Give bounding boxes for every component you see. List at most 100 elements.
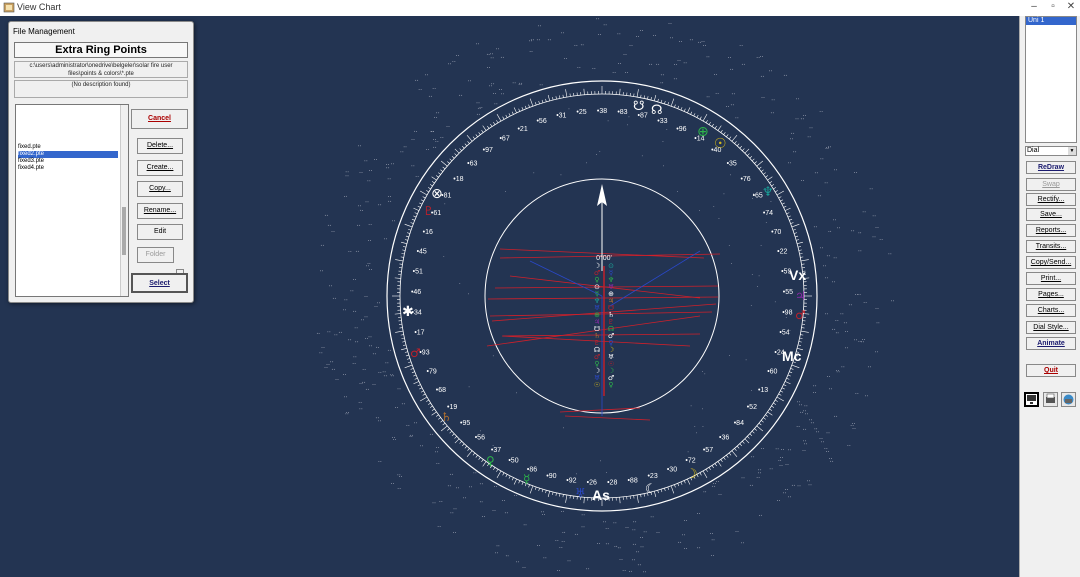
minimize-icon[interactable]: –	[1025, 1, 1043, 12]
degree-mark: ··	[462, 496, 466, 502]
degree-mark: ··	[580, 43, 584, 49]
ring-tick-label: •57	[703, 447, 713, 454]
copy-send-button[interactable]: Copy/Send...	[1026, 256, 1076, 269]
ring-tick-label: •22	[777, 248, 787, 255]
moon2-icon: ☽	[686, 467, 698, 482]
rectify-button[interactable]: Rectify...	[1026, 193, 1076, 206]
ring-tick	[784, 207, 791, 211]
degree-mark: ··	[603, 22, 607, 28]
ring-tick	[478, 132, 481, 135]
chart-list[interactable]: Uni 1	[1025, 16, 1077, 143]
ring-tick-label: •23	[647, 473, 657, 480]
degree-mark: ·	[666, 127, 668, 133]
ring-tick-label: •16	[423, 229, 433, 236]
file-list[interactable]: fixed.pte fixed2.pte fixed3.pte fixed4.p…	[15, 104, 129, 297]
ring-tick	[728, 136, 732, 140]
degree-mark: ·	[750, 303, 752, 309]
ring-tick	[502, 472, 505, 476]
chevron-down-icon[interactable]: ▼	[1068, 147, 1076, 155]
degree-mark: ··	[855, 391, 859, 397]
ring-tick	[714, 125, 717, 129]
degree-mark: ··	[814, 171, 818, 177]
ring-tick	[763, 172, 766, 175]
select-button[interactable]: Select	[131, 273, 188, 293]
degree-mark: ··	[439, 499, 443, 505]
degree-mark: ··	[492, 508, 496, 514]
ring-tick	[408, 361, 412, 364]
redraw-button[interactable]: ReDraw	[1026, 161, 1076, 174]
degree-mark: ··	[730, 103, 734, 109]
ring-tick	[431, 411, 437, 416]
ring-tick	[797, 246, 801, 248]
degree-mark: ··	[605, 526, 609, 532]
cancel-button[interactable]: Cancel	[131, 109, 188, 129]
chart-list-item[interactable]: Uni 1	[1026, 17, 1076, 25]
ring-tick	[496, 470, 502, 479]
file-list-item-selected[interactable]: fixed2.pte	[18, 151, 118, 158]
file-list-scrollbar[interactable]	[120, 105, 128, 296]
rename-button[interactable]: Rename...	[137, 203, 183, 219]
reports-button[interactable]: Reports...	[1026, 224, 1076, 237]
maximize-icon[interactable]: ▫	[1044, 1, 1062, 12]
north-node-icon: ☋	[633, 99, 645, 114]
monitor-icon[interactable]	[1024, 392, 1039, 407]
degree-mark: ··	[476, 41, 480, 47]
scrollbar-thumb[interactable]	[122, 207, 126, 255]
transits-button[interactable]: Transits...	[1026, 240, 1076, 253]
degree-mark: ··	[810, 420, 814, 426]
close-icon[interactable]: ✕	[1062, 1, 1080, 12]
file-path-line1: c:\users\administrator\onedrive\belgeler…	[29, 63, 173, 69]
delete-button[interactable]: Delete...	[137, 138, 183, 154]
degree-mark: ··	[821, 439, 825, 445]
ring-tick-label: •37	[491, 447, 501, 454]
degree-mark: ··	[617, 545, 621, 551]
ring-tick	[767, 411, 773, 416]
degree-mark: ··	[429, 432, 433, 438]
ring-tick	[405, 354, 409, 357]
print-button[interactable]: Print...	[1026, 272, 1076, 285]
degree-mark: ··	[828, 229, 832, 235]
pages-button[interactable]: Pages...	[1026, 288, 1076, 301]
swap-button[interactable]: Swap	[1026, 178, 1076, 191]
degree-mark: ··	[430, 129, 434, 135]
copy-button[interactable]: Copy...	[137, 181, 183, 197]
ring-tick	[797, 241, 803, 245]
ring-tick	[402, 341, 406, 343]
globe-printer-icon[interactable]	[1061, 392, 1076, 407]
degree-mark: ··	[711, 538, 715, 544]
degree-mark: ··	[649, 62, 653, 68]
charts-button[interactable]: Charts...	[1026, 304, 1076, 317]
ring-tick	[454, 153, 457, 156]
degree-mark: ·	[596, 152, 598, 158]
save-button[interactable]: Save...	[1026, 208, 1076, 221]
degree-mark: ··	[628, 569, 632, 575]
degree-mark: ··	[741, 476, 745, 482]
ring-tick	[562, 94, 564, 98]
chart-type-dropdown[interactable]: Dial ▼	[1025, 146, 1077, 156]
ring-tick	[417, 384, 421, 387]
file-list-item[interactable]: fixed.pte	[18, 144, 118, 151]
ring-tick	[552, 491, 554, 495]
printer-icon[interactable]	[1043, 392, 1058, 407]
degree-mark: ··	[556, 568, 560, 574]
create-button[interactable]: Create...	[137, 160, 183, 176]
edit-button[interactable]: Edit	[137, 224, 183, 240]
degree-mark: ··	[523, 523, 527, 529]
degree-mark: ··	[496, 543, 500, 549]
file-list-item[interactable]: fixed4.pte	[18, 165, 118, 172]
degree-mark: ··	[358, 144, 362, 150]
quit-button[interactable]: Quit	[1026, 364, 1076, 377]
degree-mark: ··	[635, 34, 639, 40]
animate-button[interactable]: Animate	[1026, 337, 1076, 350]
degree-mark: ··	[436, 110, 440, 116]
ring-tick	[429, 405, 433, 408]
degree-mark: ··	[760, 74, 764, 80]
folder-button[interactable]: Folder	[137, 247, 174, 263]
ring-tick	[771, 405, 775, 408]
degree-mark: ··	[342, 372, 346, 378]
degree-mark: ··	[623, 52, 627, 58]
dial-style-button[interactable]: Dial Style...	[1026, 321, 1076, 334]
file-list-item[interactable]: fixed3.pte	[18, 158, 118, 165]
ring-tick	[640, 494, 642, 498]
degree-mark: ··	[714, 72, 718, 78]
